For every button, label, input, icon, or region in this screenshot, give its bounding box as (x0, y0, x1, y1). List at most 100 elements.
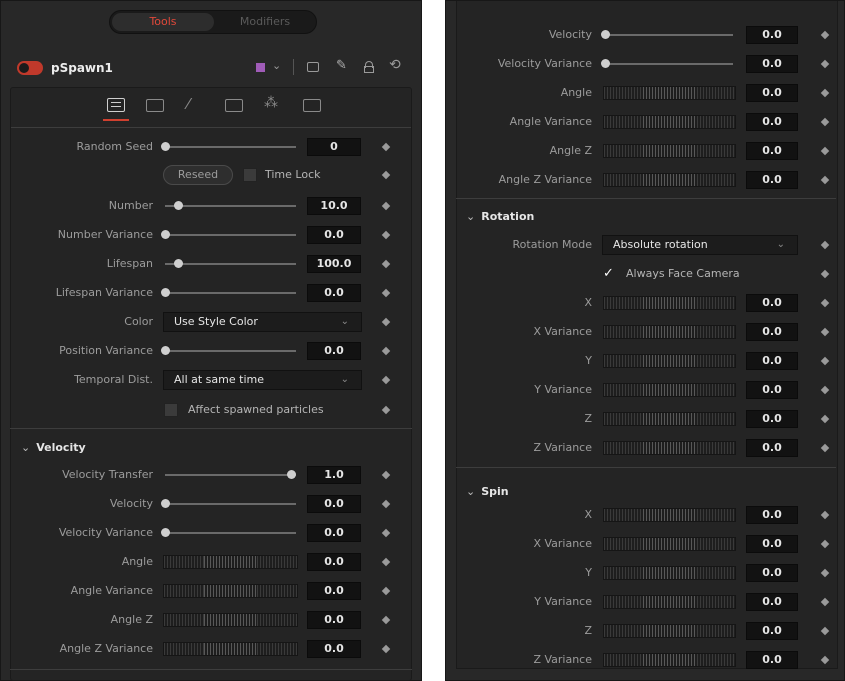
color-swatch[interactable] (256, 63, 265, 72)
velocity-input[interactable]: 0.0 (307, 495, 361, 513)
keyframe-diamond-icon[interactable] (381, 528, 391, 538)
keyframe-diamond-icon[interactable] (381, 201, 391, 211)
slider-knob[interactable] (286, 470, 296, 479)
keyframe-diamond-icon[interactable] (820, 414, 830, 424)
keyframe-diamond-icon[interactable] (381, 230, 391, 240)
spin-x-thumbwheel[interactable] (603, 508, 736, 522)
color-dropdown[interactable]: Use Style Color ⌄ (163, 312, 362, 332)
number-input[interactable]: 10.0 (307, 197, 361, 215)
settings-icon[interactable] (303, 99, 321, 112)
angle-thumbwheel[interactable] (603, 86, 736, 100)
affect-spawned-checkbox[interactable] (164, 403, 178, 417)
keyframe-diamond-icon[interactable] (820, 175, 830, 185)
particles-icon[interactable]: ⁂ (264, 95, 278, 111)
keyframe-diamond-icon[interactable] (820, 626, 830, 636)
keyframe-diamond-icon[interactable] (381, 259, 391, 269)
angle-z-variance-thumbwheel[interactable] (163, 642, 298, 656)
keyframe-diamond-icon[interactable] (820, 30, 830, 40)
angle-z-input[interactable]: 0.0 (307, 611, 361, 629)
rotation-section-header[interactable]: ⌄ Rotation (466, 210, 534, 223)
lifespan-variance-input[interactable]: 0.0 (307, 284, 361, 302)
keyframe-diamond-icon[interactable] (820, 385, 830, 395)
spin-z-input[interactable]: 0.0 (746, 622, 798, 640)
style-icon[interactable] (146, 99, 164, 112)
slider-knob[interactable] (161, 528, 170, 537)
rotation-z-variance-thumbwheel[interactable] (603, 441, 736, 455)
rotation-y-variance-thumbwheel[interactable] (603, 383, 736, 397)
temporal-dist-dropdown[interactable]: All at same time ⌄ (163, 370, 362, 390)
keyframe-diamond-icon[interactable] (381, 586, 391, 596)
velocity-variance-slider[interactable] (601, 59, 733, 68)
spin-x-input[interactable]: 0.0 (746, 506, 798, 524)
keyframe-diamond-icon[interactable] (381, 170, 391, 180)
random-seed-input[interactable]: 0 (307, 138, 361, 156)
keyframe-diamond-icon[interactable] (820, 327, 830, 337)
keyframe-diamond-icon[interactable] (820, 510, 830, 520)
slider-knob[interactable] (174, 259, 184, 268)
dropdown-chevron-icon[interactable]: ⌄ (272, 59, 281, 72)
spin-section-header[interactable]: ⌄ Spin (466, 485, 509, 498)
slider-knob[interactable] (601, 59, 610, 68)
rotation-mode-dropdown[interactable]: Absolute rotation ⌄ (602, 235, 798, 255)
angle-z-variance-thumbwheel[interactable] (603, 173, 736, 187)
rotation-y-input[interactable]: 0.0 (746, 352, 798, 370)
slider-knob[interactable] (161, 142, 170, 151)
angle-z-thumbwheel[interactable] (163, 613, 298, 627)
keyframe-diamond-icon[interactable] (381, 375, 391, 385)
angle-variance-thumbwheel[interactable] (603, 115, 736, 129)
lifespan-input[interactable]: 100.0 (307, 255, 361, 273)
transform-icon[interactable] (225, 99, 243, 112)
velocity-variance-input[interactable]: 0.0 (307, 524, 361, 542)
rotation-z-variance-input[interactable]: 0.0 (746, 439, 798, 457)
keyframe-diamond-icon[interactable] (820, 88, 830, 98)
angle-z-thumbwheel[interactable] (603, 144, 736, 158)
rotation-x-variance-input[interactable]: 0.0 (746, 323, 798, 341)
rotation-x-input[interactable]: 0.0 (746, 294, 798, 312)
velocity-slider[interactable] (161, 499, 296, 508)
keyframe-diamond-icon[interactable] (381, 142, 391, 152)
angle-z-input[interactable]: 0.0 (746, 142, 798, 160)
keyframe-diamond-icon[interactable] (381, 470, 391, 480)
angle-z-variance-input[interactable]: 0.0 (746, 171, 798, 189)
tab-modifiers[interactable]: Modifiers (216, 13, 314, 31)
spin-z-thumbwheel[interactable] (603, 624, 736, 638)
always-face-camera-checkbox[interactable]: ✓ (603, 267, 617, 281)
velocity-transfer-input[interactable]: 1.0 (307, 466, 361, 484)
number-slider[interactable] (165, 201, 296, 210)
lifespan-slider[interactable] (165, 259, 296, 268)
spin-z-variance-thumbwheel[interactable] (603, 653, 736, 667)
angle-input[interactable]: 0.0 (746, 84, 798, 102)
rotation-x-variance-thumbwheel[interactable] (603, 325, 736, 339)
spin-z-variance-input[interactable]: 0.0 (746, 651, 798, 669)
velocity-section-header[interactable]: ⌄ Velocity (21, 441, 86, 454)
slider-knob[interactable] (174, 201, 184, 210)
spin-x-variance-input[interactable]: 0.0 (746, 535, 798, 553)
angle-variance-thumbwheel[interactable] (163, 584, 298, 598)
keyframe-diamond-icon[interactable] (820, 443, 830, 453)
velocity-transfer-slider[interactable] (165, 470, 296, 479)
reseed-button[interactable]: Reseed (163, 165, 233, 185)
keyframe-diamond-icon[interactable] (381, 288, 391, 298)
velocity-slider[interactable] (601, 30, 733, 39)
angle-variance-input[interactable]: 0.0 (746, 113, 798, 131)
pin-icon[interactable]: ✎ (336, 58, 347, 73)
keyframe-diamond-icon[interactable] (820, 356, 830, 366)
number-variance-input[interactable]: 0.0 (307, 226, 361, 244)
reset-icon[interactable]: ⟲ (389, 57, 401, 73)
rotation-z-thumbwheel[interactable] (603, 412, 736, 426)
keyframe-diamond-icon[interactable] (820, 597, 830, 607)
rotation-y-thumbwheel[interactable] (603, 354, 736, 368)
number-variance-slider[interactable] (161, 230, 296, 239)
spin-x-variance-thumbwheel[interactable] (603, 537, 736, 551)
keyframe-diamond-icon[interactable] (820, 59, 830, 69)
keyframe-diamond-icon[interactable] (820, 298, 830, 308)
angle-variance-input[interactable]: 0.0 (307, 582, 361, 600)
keyframe-diamond-icon[interactable] (381, 317, 391, 327)
keyframe-diamond-icon[interactable] (381, 615, 391, 625)
keyframe-diamond-icon[interactable] (820, 117, 830, 127)
spin-y-variance-thumbwheel[interactable] (603, 595, 736, 609)
keyframe-diamond-icon[interactable] (381, 499, 391, 509)
angle-z-variance-input[interactable]: 0.0 (307, 640, 361, 658)
velocity-variance-slider[interactable] (161, 528, 296, 537)
position-variance-input[interactable]: 0.0 (307, 342, 361, 360)
